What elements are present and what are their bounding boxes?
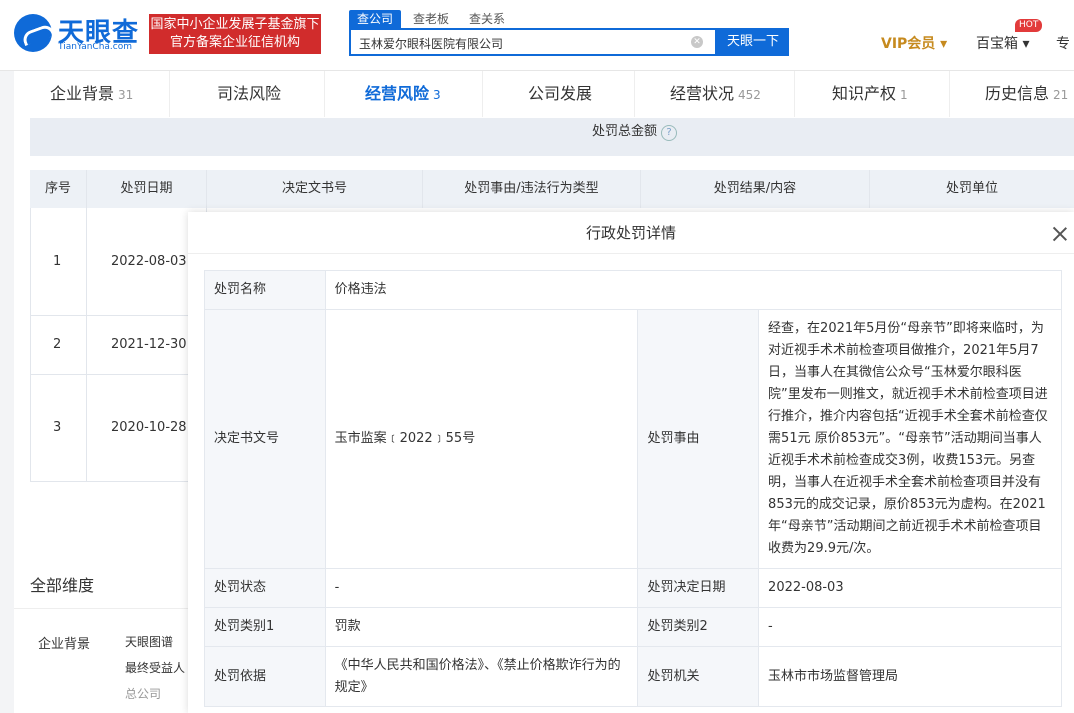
label-reason: 处罚事由 bbox=[637, 309, 760, 569]
promo-line-1: 国家中小企业发展子基金旗下 bbox=[150, 17, 320, 32]
value-penalty-name: 价格违法 bbox=[324, 270, 1063, 310]
tab-operation-risk[interactable]: 经营风险 3 bbox=[365, 71, 441, 117]
label-basis: 处罚依据 bbox=[204, 646, 326, 707]
modal-title: 行政处罚详情 bbox=[188, 212, 1074, 254]
dimensions-title: 全部维度 bbox=[30, 576, 95, 595]
row-1-date: 2022-08-03 bbox=[111, 254, 187, 269]
label-authority: 处罚机关 bbox=[637, 646, 760, 707]
label-decision-date: 处罚决定日期 bbox=[637, 568, 760, 608]
vip-member-menu[interactable]: VIP会员 ▾ bbox=[881, 33, 947, 53]
th-authority: 处罚单位 bbox=[870, 170, 1074, 208]
th-doc-no: 决定文书号 bbox=[207, 170, 423, 208]
logo-subtext: TianYanCha.com bbox=[58, 42, 133, 52]
penalty-total-label: 处罚总金额? bbox=[592, 120, 678, 141]
row-3-date: 2020-10-28 bbox=[111, 420, 187, 435]
help-icon[interactable]: ? bbox=[661, 125, 678, 141]
search-box: ✕ bbox=[349, 28, 717, 56]
label-status: 处罚状态 bbox=[204, 568, 326, 608]
tab-business-status[interactable]: 经营状况 452 bbox=[670, 71, 761, 117]
tab-history-info[interactable]: 历史信息 21 bbox=[985, 71, 1068, 117]
close-icon[interactable] bbox=[1051, 225, 1069, 243]
th-date: 处罚日期 bbox=[87, 170, 207, 208]
label-category-2: 处罚类别2 bbox=[637, 607, 760, 647]
value-category-2: - bbox=[758, 607, 1062, 647]
promo-line-2: 官方备案企业征信机构 bbox=[169, 35, 300, 50]
row-3-index: 3 bbox=[53, 420, 62, 435]
search-button[interactable]: 天眼一下 bbox=[717, 28, 789, 56]
penalty-total-bar bbox=[30, 118, 1074, 156]
promo-banner[interactable]: 国家中小企业发展子基金旗下 官方备案企业征信机构 bbox=[149, 14, 321, 54]
toolbox-menu[interactable]: 百宝箱 ▾ bbox=[976, 33, 1029, 53]
search-input[interactable] bbox=[351, 30, 681, 56]
value-doc-no: 玉市监案﹝2022﹞55号 bbox=[324, 309, 639, 569]
tianyancha-logo-icon[interactable] bbox=[14, 14, 52, 52]
search-tab-relation[interactable]: 查关系 bbox=[461, 10, 513, 28]
dimension-link-headquarter[interactable]: 总公司 bbox=[125, 685, 161, 702]
th-result: 处罚结果/内容 bbox=[641, 170, 870, 208]
search-tabs: 查公司 查老板 查关系 bbox=[349, 10, 517, 28]
search-tab-boss[interactable]: 查老板 bbox=[405, 10, 457, 28]
label-doc-no: 决定书文号 bbox=[204, 309, 326, 569]
tab-judicial-risk[interactable]: 司法风险 bbox=[217, 71, 285, 117]
row-1-index: 1 bbox=[53, 254, 62, 269]
row-2-date: 2021-12-30 bbox=[111, 337, 187, 352]
value-decision-date: 2022-08-03 bbox=[758, 568, 1062, 608]
penalty-detail-table: 处罚名称 价格违法 决定书文号 玉市监案﹝2022﹞55号 处罚事由 经查，在2… bbox=[204, 270, 1063, 707]
dimension-link-beneficiary[interactable]: 最终受益人 bbox=[125, 659, 185, 676]
dimension-link-graph[interactable]: 天眼图谱 bbox=[125, 633, 173, 650]
clear-icon[interactable]: ✕ bbox=[691, 36, 703, 48]
tab-company-development[interactable]: 公司发展 bbox=[528, 71, 596, 117]
hot-badge: HOT bbox=[1015, 19, 1043, 32]
th-index: 序号 bbox=[30, 170, 87, 208]
value-status: - bbox=[324, 568, 639, 608]
value-reason: 经查，在2021年5月份“母亲节”即将来临时，为对近视手术术前检查项目做推介，2… bbox=[758, 309, 1062, 569]
tab-intellectual-property[interactable]: 知识产权 1 bbox=[832, 71, 908, 117]
dimension-category: 企业背景 bbox=[38, 637, 91, 652]
row-2-index: 2 bbox=[53, 337, 62, 352]
label-category-1: 处罚类别1 bbox=[204, 607, 326, 647]
tab-company-background[interactable]: 企业背景 31 bbox=[50, 71, 133, 117]
value-category-1: 罚款 bbox=[324, 607, 639, 647]
more-menu[interactable]: 专 bbox=[1056, 33, 1070, 53]
value-authority: 玉林市市场监督管理局 bbox=[758, 646, 1062, 707]
search-tab-company[interactable]: 查公司 bbox=[349, 10, 402, 28]
label-penalty-name: 处罚名称 bbox=[204, 270, 326, 310]
section-nav: 企业背景 31 司法风险 经营风险 3 公司发展 经营状况 452 知识产权 1 历史信… bbox=[14, 71, 1074, 119]
th-reason: 处罚事由/违法行为类型 bbox=[423, 170, 641, 208]
value-basis: 《中华人民共和国价格法》、《禁止价格欺诈行为的规定》 bbox=[324, 646, 639, 707]
